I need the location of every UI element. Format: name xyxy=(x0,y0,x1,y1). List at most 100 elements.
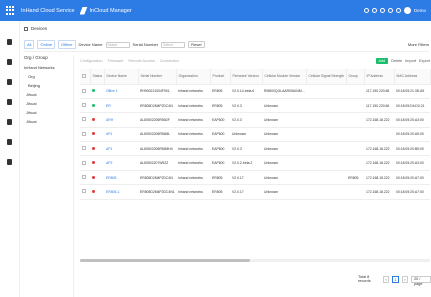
remote-access-button[interactable]: Remote Access xyxy=(128,59,154,63)
next-page-button[interactable]: › xyxy=(401,275,409,283)
pagination: Total 8 records ‹ 1 › 20 / page xyxy=(358,275,431,286)
tree-item[interactable]: Jihuai xyxy=(24,99,73,108)
column-header[interactable]: Serial Number xyxy=(138,69,177,85)
cell-module: Unknown xyxy=(262,155,306,171)
cell-signal xyxy=(306,184,346,200)
prev-page-button[interactable]: ‹ xyxy=(382,275,390,283)
org-group-tree: Org / Group InHand Networks Org Beijing … xyxy=(24,55,74,297)
row-checkbox[interactable] xyxy=(82,189,86,194)
reset-button[interactable]: Reset xyxy=(188,41,205,48)
table-row[interactable]: ER805 ER805D2M4P2DC4N Inhand networks ER805… xyxy=(80,170,430,186)
row-checkbox[interactable] xyxy=(82,160,86,165)
row-checkbox[interactable] xyxy=(82,146,86,151)
help-icon[interactable] xyxy=(379,8,385,13)
row-checkbox[interactable] xyxy=(82,131,86,136)
cell-name[interactable]: AP1 xyxy=(104,127,138,143)
tree-item-root[interactable]: InHand Networks xyxy=(24,63,73,72)
more-filters-button[interactable]: More Filters xyxy=(408,42,429,47)
filter-chip-offline[interactable]: Offline xyxy=(58,40,76,49)
alerts-icon[interactable] xyxy=(7,119,12,125)
table-row[interactable]: AP1 AL80502206R56MH4 Inhand networks EAP600… xyxy=(80,141,430,157)
column-header[interactable]: Status xyxy=(90,69,105,85)
filter-chip-online[interactable]: Online xyxy=(37,40,56,49)
page-number[interactable]: 1 xyxy=(392,275,399,283)
reports-icon[interactable] xyxy=(7,139,12,145)
configuration-button[interactable]: Configuration xyxy=(80,59,103,63)
table-row[interactable]: AP1 AL80502206R56ML Inhand networks EAP600 U… xyxy=(80,127,430,143)
dashboard-icon[interactable] xyxy=(7,39,12,45)
cell-name[interactable]: ARH xyxy=(104,112,138,128)
clients-icon[interactable] xyxy=(7,99,12,105)
breadcrumb-label[interactable]: Devices xyxy=(31,26,47,31)
device-name-input[interactable]: Select xyxy=(105,41,130,48)
tree-item[interactable]: Jihuai xyxy=(24,108,73,117)
column-header[interactable]: Group xyxy=(346,69,365,85)
row-checkbox[interactable] xyxy=(82,175,86,180)
avatar[interactable] xyxy=(403,7,411,14)
column-header[interactable]: MAC Address xyxy=(394,69,431,85)
tree-item[interactable]: Jihuai xyxy=(24,117,73,126)
column-header[interactable]: IP Address xyxy=(364,69,395,85)
table-header-row: Status Device Name Serial Number Organizati… xyxy=(80,69,431,85)
page-size-select[interactable]: 20 / page xyxy=(411,275,431,286)
devices-icon[interactable] xyxy=(7,59,12,65)
status-cell xyxy=(90,184,104,200)
row-checkbox[interactable] xyxy=(82,88,86,93)
language-icon[interactable] xyxy=(387,8,393,13)
cell-serial: ER805D2M4P2DC4N1 xyxy=(138,184,176,200)
cell-module: Unknown xyxy=(262,112,306,128)
app-name[interactable]: InHand Cloud Service xyxy=(21,8,75,14)
column-header[interactable]: Firmware Version xyxy=(230,69,263,85)
select-all-checkbox[interactable] xyxy=(82,73,86,78)
cell-serial: AL80502206R56DF xyxy=(138,112,176,128)
table-row[interactable]: ER805-1 ER805D2M4P2DC4N1 Inhand networks ER… xyxy=(80,184,430,200)
cell-name[interactable]: AP2 xyxy=(104,155,138,171)
cell-signal xyxy=(306,112,346,128)
cell-name[interactable]: ER805 xyxy=(104,170,138,186)
app-grid-icon[interactable] xyxy=(6,5,16,16)
column-header[interactable]: Cellular Module Version xyxy=(262,69,307,85)
filter-chip-all[interactable]: All xyxy=(24,40,35,49)
cell-signal xyxy=(306,141,346,157)
user-name[interactable]: Demo xyxy=(414,8,426,13)
cell-name[interactable]: AP1 xyxy=(104,141,138,157)
tree-item[interactable]: Beijing xyxy=(24,81,73,90)
table-body: Office 1 RH900221004F901 Inhand networks ER… xyxy=(80,84,430,200)
select-all-checkbox-header[interactable] xyxy=(80,69,91,85)
column-header[interactable]: Organization xyxy=(176,69,211,85)
horizontal-scrollbar[interactable] xyxy=(80,259,430,262)
table-row[interactable]: ER ER805D2M4P2DC4N Inhand networks ER805 V2.… xyxy=(80,98,430,114)
serial-number-input[interactable]: Select xyxy=(161,41,186,48)
row-checkbox[interactable] xyxy=(82,117,86,122)
tree-item[interactable]: Org xyxy=(24,72,73,81)
import-button[interactable]: Import xyxy=(405,59,416,63)
tree-title: Org / Group xyxy=(24,55,48,60)
scrollbar-thumb[interactable] xyxy=(80,259,250,262)
system-icon[interactable] xyxy=(7,159,12,165)
cell-serial: RH900221004F901 xyxy=(138,84,176,99)
column-header[interactable]: Product xyxy=(210,69,231,85)
column-header[interactable]: Device Name xyxy=(104,69,139,85)
table-row[interactable]: ARH AL80502206R56DF Inhand networks EAP600 V… xyxy=(80,112,430,128)
tree-item[interactable]: Jihuai xyxy=(24,90,73,99)
devices-table: Status Device Name Serial Number Organizati… xyxy=(80,69,431,200)
table-row[interactable]: AP2 AL80502207W9Z2 Inhand networks EAP600 V2… xyxy=(80,155,430,171)
notification-icon[interactable] xyxy=(371,8,377,13)
cell-name[interactable]: Office 1 xyxy=(104,84,138,99)
settings-icon[interactable] xyxy=(395,8,401,13)
add-button[interactable]: Add xyxy=(375,58,389,64)
row-checkbox[interactable] xyxy=(82,103,86,108)
cell-name[interactable]: ER805-1 xyxy=(104,184,138,200)
column-header[interactable]: Cellular Signal Strength xyxy=(306,69,347,85)
status-cell xyxy=(90,141,104,157)
connection-button[interactable]: Connection xyxy=(160,59,179,63)
export-button[interactable]: Export xyxy=(419,59,430,63)
cell-org: Inhand networks xyxy=(176,98,210,114)
location-icon[interactable] xyxy=(7,79,12,85)
cell-name[interactable]: ER xyxy=(104,98,138,114)
delete-button[interactable]: Delete xyxy=(391,59,402,63)
search-icon[interactable] xyxy=(363,8,369,13)
table-row[interactable]: Office 1 RH900221004F901 Inhand networks ER… xyxy=(80,84,430,99)
firmware-button[interactable]: Firmware xyxy=(108,59,124,63)
sidebar xyxy=(0,21,20,297)
